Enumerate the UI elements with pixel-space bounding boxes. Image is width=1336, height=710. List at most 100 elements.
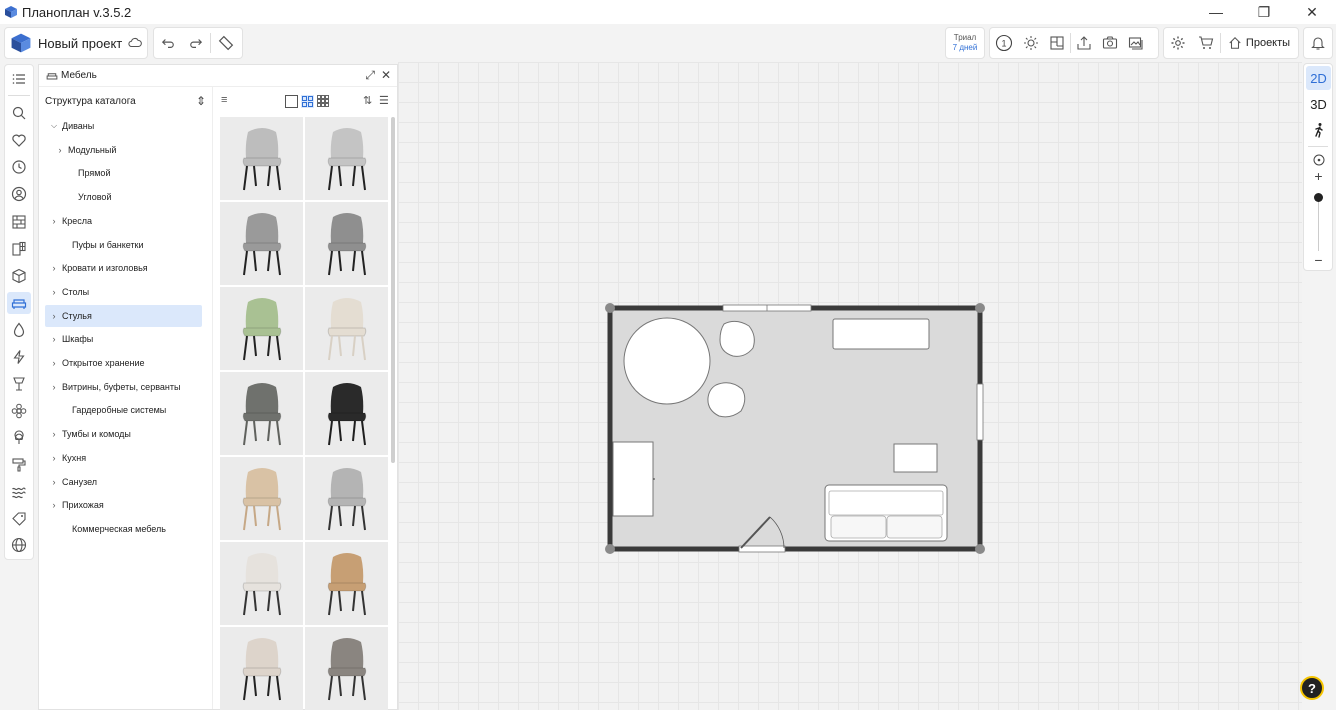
chevron-right-icon[interactable]: › — [49, 477, 59, 487]
catalog-item-chair-beige-tall[interactable] — [220, 627, 303, 710]
settings-button[interactable] — [1164, 28, 1192, 58]
catalog-item-chair-tan-leather[interactable] — [305, 542, 388, 625]
collapse-tree-icon[interactable]: ⇕ — [196, 94, 206, 108]
trial-badge[interactable]: Триал 7 дней — [945, 27, 985, 59]
close-panel-icon[interactable]: ✕ — [381, 68, 391, 83]
chevron-right-icon[interactable]: › — [49, 429, 59, 439]
walls-button[interactable] — [7, 211, 31, 233]
expand-panel-icon[interactable]: ⤢ — [365, 68, 375, 83]
furniture-button[interactable] — [7, 292, 31, 314]
small-tiles-button[interactable] — [317, 95, 329, 110]
zoom-slider-track[interactable] — [1318, 196, 1319, 251]
finishing-button[interactable] — [7, 454, 31, 476]
grid-scrollbar[interactable] — [391, 117, 395, 463]
tree-item[interactable]: Пуфы и банкетки — [49, 234, 199, 256]
cloud-icon[interactable] — [128, 36, 143, 50]
tree-item[interactable]: › Кухня — [49, 447, 199, 469]
wall-node[interactable] — [975, 303, 985, 313]
tree-item[interactable]: › Витрины, буфеты, серванты — [49, 376, 199, 398]
chevron-right-icon[interactable]: › — [49, 216, 59, 226]
tree-item[interactable]: › Шкафы — [49, 328, 199, 350]
chevron-right-icon[interactable]: › — [49, 311, 59, 321]
tree-item[interactable]: › Тумбы и комоды — [49, 423, 199, 445]
wall-node[interactable] — [605, 303, 615, 313]
lighting-button[interactable] — [1018, 28, 1044, 58]
catalog-item-chair-grey-dining[interactable] — [305, 117, 388, 200]
window-right[interactable] — [976, 383, 984, 441]
undo-button[interactable] — [154, 28, 182, 58]
side-table[interactable] — [893, 443, 938, 473]
chevron-right-icon[interactable]: › — [49, 382, 59, 392]
cart-button[interactable] — [1192, 28, 1220, 58]
door-opening[interactable] — [738, 545, 786, 553]
mode-3d-button[interactable]: 3D — [1306, 92, 1331, 116]
tree-item[interactable]: › Прихожая — [49, 494, 199, 516]
round-table[interactable] — [623, 317, 711, 405]
floorplan-button[interactable] — [1044, 28, 1070, 58]
zoom-out-button[interactable]: − — [1306, 248, 1331, 272]
mode-2d-button[interactable]: 2D — [1306, 66, 1331, 90]
objects-button[interactable] — [7, 265, 31, 287]
armchair-bottom[interactable] — [707, 382, 746, 418]
export-button[interactable] — [1071, 28, 1097, 58]
walk-mode-button[interactable] — [1306, 118, 1331, 142]
tree-item[interactable]: › Санузел — [49, 471, 199, 493]
wardrobe[interactable] — [612, 441, 654, 517]
catalog-item-chair-white-swivel[interactable] — [220, 542, 303, 625]
tree-item[interactable]: Гардеробные системы — [49, 399, 199, 421]
catalog-item-armchair-cream[interactable] — [305, 287, 388, 370]
bench[interactable] — [832, 318, 930, 350]
minimize-button[interactable]: — — [1192, 0, 1240, 24]
chevron-right-icon[interactable]: › — [49, 263, 59, 273]
chevron-right-icon[interactable]: › — [49, 287, 59, 297]
tree-item[interactable]: › Кровати и изголовья — [49, 257, 199, 279]
measure-button[interactable] — [211, 28, 241, 58]
tree-item[interactable]: Угловой — [55, 186, 205, 208]
catalog-item-chair-grey-sled[interactable] — [220, 372, 303, 455]
list-view-icon[interactable]: ≡ — [221, 94, 227, 106]
search-button[interactable] — [7, 102, 31, 124]
catalog-item-barstool-grey[interactable] — [305, 202, 388, 285]
textures-button[interactable] — [7, 481, 31, 503]
catalog-item-chair-grey-shell[interactable] — [305, 457, 388, 540]
filter-icon[interactable]: ☰ — [379, 94, 389, 107]
user-library-button[interactable] — [7, 183, 31, 205]
help-button[interactable]: ? — [1300, 676, 1324, 700]
tree-item[interactable]: › Открытое хранение — [49, 352, 199, 374]
tree-item[interactable]: › Столы — [49, 281, 199, 303]
armchair-top[interactable] — [719, 320, 755, 357]
global-catalog-button[interactable] — [7, 534, 31, 556]
notifications-button[interactable] — [1304, 28, 1332, 58]
tree-item[interactable]: Коммерческая мебель — [49, 518, 199, 540]
chevron-right-icon[interactable]: › — [49, 500, 59, 510]
tree-item[interactable]: Прямой — [55, 162, 205, 184]
floor-plan[interactable] — [398, 62, 1302, 710]
favorites-button[interactable] — [7, 129, 31, 151]
chevron-right-icon[interactable]: › — [55, 145, 65, 155]
screenshot-button[interactable] — [1097, 28, 1123, 58]
catalog-item-chair-sage-green[interactable] — [220, 287, 303, 370]
chevron-down-icon[interactable]: ⌵ — [49, 121, 59, 131]
floor-selector-button[interactable]: 1 — [990, 28, 1018, 58]
plan-canvas[interactable] — [398, 62, 1302, 710]
app-menu-icon[interactable] — [10, 32, 32, 54]
brands-button[interactable] — [7, 508, 31, 530]
catalog-item-chair-darkgrey-armchair[interactable] — [220, 202, 303, 285]
doors-windows-button[interactable] — [7, 238, 31, 260]
plants-button[interactable] — [7, 427, 31, 449]
catalog-item-chair-black-frame[interactable] — [305, 372, 388, 455]
wall-node[interactable] — [605, 544, 615, 554]
tree-item[interactable]: › Кресла — [49, 210, 199, 232]
close-button[interactable]: ✕ — [1288, 0, 1336, 24]
plumbing-button[interactable] — [7, 319, 31, 341]
decor-button[interactable] — [7, 400, 31, 422]
medium-tiles-button[interactable] — [301, 95, 314, 111]
project-name[interactable]: Новый проект — [38, 36, 122, 51]
tree-item[interactable]: › Модульный — [55, 139, 205, 161]
tree-item[interactable]: › Стулья — [45, 304, 202, 327]
restore-button[interactable]: ❐ — [1240, 0, 1288, 24]
history-button[interactable] — [7, 156, 31, 178]
chevron-right-icon[interactable]: › — [49, 334, 59, 344]
catalog-item-chair-taupe[interactable] — [305, 627, 388, 710]
redo-button[interactable] — [182, 28, 210, 58]
